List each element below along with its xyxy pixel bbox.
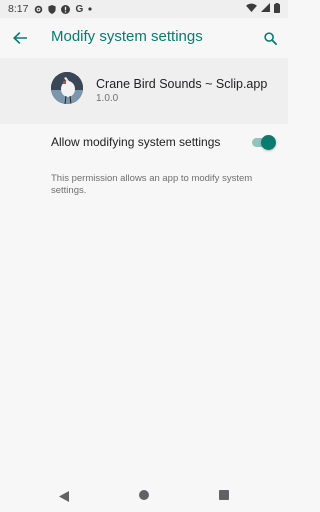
- nav-recents-icon[interactable]: [219, 490, 229, 500]
- app-name: Crane Bird Sounds ~ Sclip.app: [96, 77, 268, 91]
- nav-home-icon[interactable]: [139, 490, 149, 500]
- toggle-thumb: [261, 135, 276, 150]
- permission-description: This permission allows an app to modify …: [51, 173, 253, 196]
- app-icon: [51, 72, 83, 104]
- app-header: Crane Bird Sounds ~ Sclip.app 1.0.0: [0, 58, 288, 124]
- search-icon[interactable]: [260, 28, 280, 48]
- setting-label: Allow modifying system settings: [51, 135, 221, 149]
- allow-modify-setting-row[interactable]: Allow modifying system settings: [0, 124, 288, 160]
- status-time: 8:17: [8, 3, 29, 15]
- navigation-bar: [0, 478, 288, 512]
- battery-icon: [274, 2, 280, 16]
- arrow-left-icon[interactable]: [10, 28, 30, 48]
- app-bar: Modify system settings: [0, 18, 288, 58]
- dot-icon: [88, 7, 92, 11]
- app-version: 1.0.0: [96, 93, 119, 104]
- google-icon: G: [75, 3, 84, 15]
- crane-bird-image: [51, 72, 83, 104]
- gear-icon: [34, 5, 43, 14]
- signal-icon: [261, 3, 270, 15]
- allow-modify-toggle[interactable]: [252, 135, 276, 150]
- status-right-icons: [246, 2, 280, 16]
- alert-icon: [61, 4, 71, 14]
- shield-icon: [48, 4, 57, 14]
- status-bar: 8:17 G: [0, 0, 288, 18]
- wifi-icon: [246, 3, 257, 15]
- nav-back-icon[interactable]: [59, 489, 69, 507]
- page-title: Modify system settings: [51, 28, 203, 45]
